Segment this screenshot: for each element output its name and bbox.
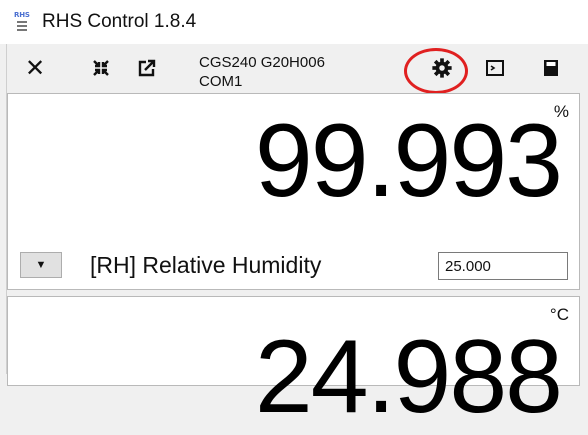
highlight-circle bbox=[404, 48, 468, 94]
close-icon: ✕ bbox=[24, 54, 46, 82]
quantity-dropdown-button[interactable]: ▼ bbox=[20, 252, 62, 278]
calculator-button[interactable] bbox=[537, 50, 565, 86]
window-title: RHS Control 1.8.4 bbox=[42, 11, 197, 32]
close-button[interactable]: ✕ bbox=[21, 50, 49, 86]
temperature-panel: °C 24.988 bbox=[7, 296, 580, 429]
title-bar: RHS RHS Control 1.8.4 bbox=[0, 0, 588, 44]
device-model: CGS240 G20H006 bbox=[199, 54, 325, 71]
popout-icon bbox=[138, 59, 156, 77]
humidity-value: 99.993 bbox=[254, 103, 563, 219]
device-port: COM1 bbox=[199, 73, 243, 90]
calculator-icon bbox=[544, 60, 558, 76]
popout-button[interactable] bbox=[133, 50, 161, 86]
app-logo: RHS bbox=[14, 11, 34, 32]
temperature-value: 24.988 bbox=[254, 319, 563, 435]
app-logo-text: RHS bbox=[14, 11, 30, 19]
toolbar: ✕ CGS240 G20H006 COM1 bbox=[7, 44, 587, 94]
terminal-icon bbox=[486, 60, 504, 76]
setpoint-input[interactable] bbox=[438, 252, 568, 280]
device-info: CGS240 G20H006 COM1 bbox=[199, 53, 325, 91]
app-window: RHS RHS Control 1.8.4 ✕ CGS240 G20H006 C… bbox=[0, 0, 588, 429]
chevron-down-icon: ▼ bbox=[35, 259, 47, 271]
humidity-panel: % 99.993 ▼ [RH] Relative Humidity bbox=[7, 93, 580, 290]
main-frame: ✕ CGS240 G20H006 COM1 % 99.993 ▼ [RH] Re… bbox=[6, 44, 587, 429]
quantity-label: [RH] Relative Humidity bbox=[90, 252, 322, 278]
collapse-button[interactable] bbox=[87, 50, 115, 86]
collapse-icon bbox=[93, 60, 109, 76]
terminal-button[interactable] bbox=[481, 50, 509, 86]
